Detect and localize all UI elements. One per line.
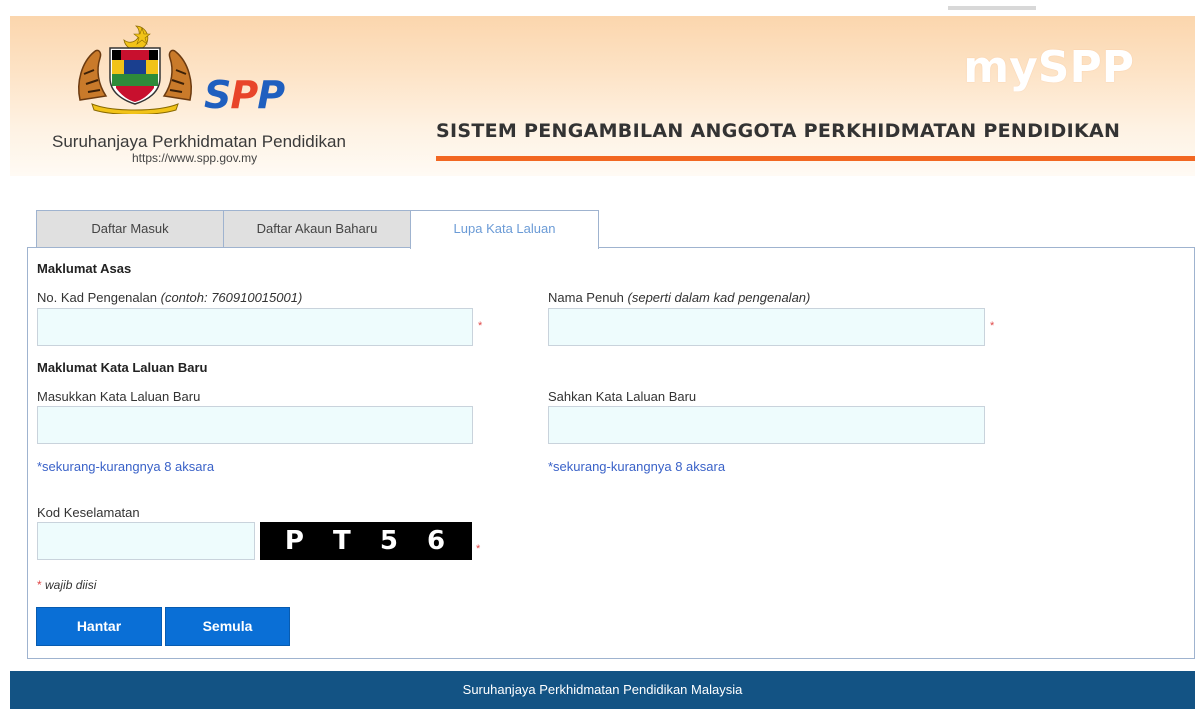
security-code-label: Kod Keselamatan — [37, 505, 140, 520]
ic-number-input[interactable] — [37, 308, 473, 346]
section-title-basic: Maklumat Asas — [37, 261, 132, 276]
required-marker: * — [990, 320, 995, 332]
header-divider — [436, 156, 1195, 161]
brand-title: mySPP — [963, 42, 1134, 93]
organization-url: https://www.spp.gov.my — [132, 151, 258, 165]
page-footer: Suruhanjaya Perkhidmatan Pendidikan Mala… — [10, 671, 1195, 709]
new-password-hint: *sekurang-kurangnya 8 aksara — [37, 459, 215, 474]
spp-logo-text: SPP — [204, 73, 285, 117]
full-name-example-text: (seperti dalam kad pengenalan) — [627, 290, 811, 305]
section-title-password: Maklumat Kata Laluan Baru — [37, 360, 208, 375]
spp-logo: SPP — [204, 74, 314, 116]
organization-name: Suruhanjaya Perkhidmatan Pendidikan — [52, 132, 346, 151]
full-name-label-text: Nama Penuh — [548, 290, 624, 305]
tab-label: Lupa Kata Laluan — [453, 221, 556, 236]
tab-label: Daftar Masuk — [91, 221, 169, 236]
tab-daftar-masuk[interactable]: Daftar Masuk — [36, 210, 224, 247]
full-name-input[interactable] — [548, 308, 985, 346]
new-password-input[interactable] — [37, 406, 473, 444]
reset-button[interactable]: Semula — [165, 607, 290, 646]
ic-number-label: No. Kad Pengenalan (contoh: 760910015001… — [37, 290, 302, 305]
new-password-label: Masukkan Kata Laluan Baru — [37, 389, 201, 404]
system-title: SISTEM PENGAMBILAN ANGGOTA PERKHIDMATAN … — [436, 120, 1121, 142]
full-name-label: Nama Penuh (seperti dalam kad pengenalan… — [548, 290, 810, 305]
required-marker: * — [476, 543, 481, 555]
footer-text: Suruhanjaya Perkhidmatan Pendidikan Mala… — [462, 682, 743, 697]
required-marker: * — [478, 320, 483, 332]
confirm-password-hint: *sekurang-kurangnya 8 aksara — [548, 459, 726, 474]
coat-of-arms-logo — [78, 25, 192, 114]
required-note-star: * — [37, 578, 42, 592]
tab-daftar-akaun-baharu[interactable]: Daftar Akaun Baharu — [223, 210, 411, 247]
submit-button[interactable]: Hantar — [36, 607, 162, 646]
tab-label: Daftar Akaun Baharu — [256, 221, 378, 236]
security-code-input[interactable] — [37, 522, 255, 560]
tab-lupa-kata-laluan[interactable]: Lupa Kata Laluan — [410, 210, 599, 249]
ic-example-text: (contoh: 760910015001) — [160, 290, 303, 305]
required-note-text: wajib diisi — [45, 578, 97, 592]
confirm-password-input[interactable] — [548, 406, 985, 444]
confirm-password-label: Sahkan Kata Laluan Baru — [548, 389, 697, 404]
window-top-bar — [948, 6, 1036, 10]
ic-label-text: No. Kad Pengenalan — [37, 290, 157, 305]
captcha-image: P T 5 6 2 — [260, 522, 472, 594]
required-note: * wajib diisi — [37, 578, 96, 592]
